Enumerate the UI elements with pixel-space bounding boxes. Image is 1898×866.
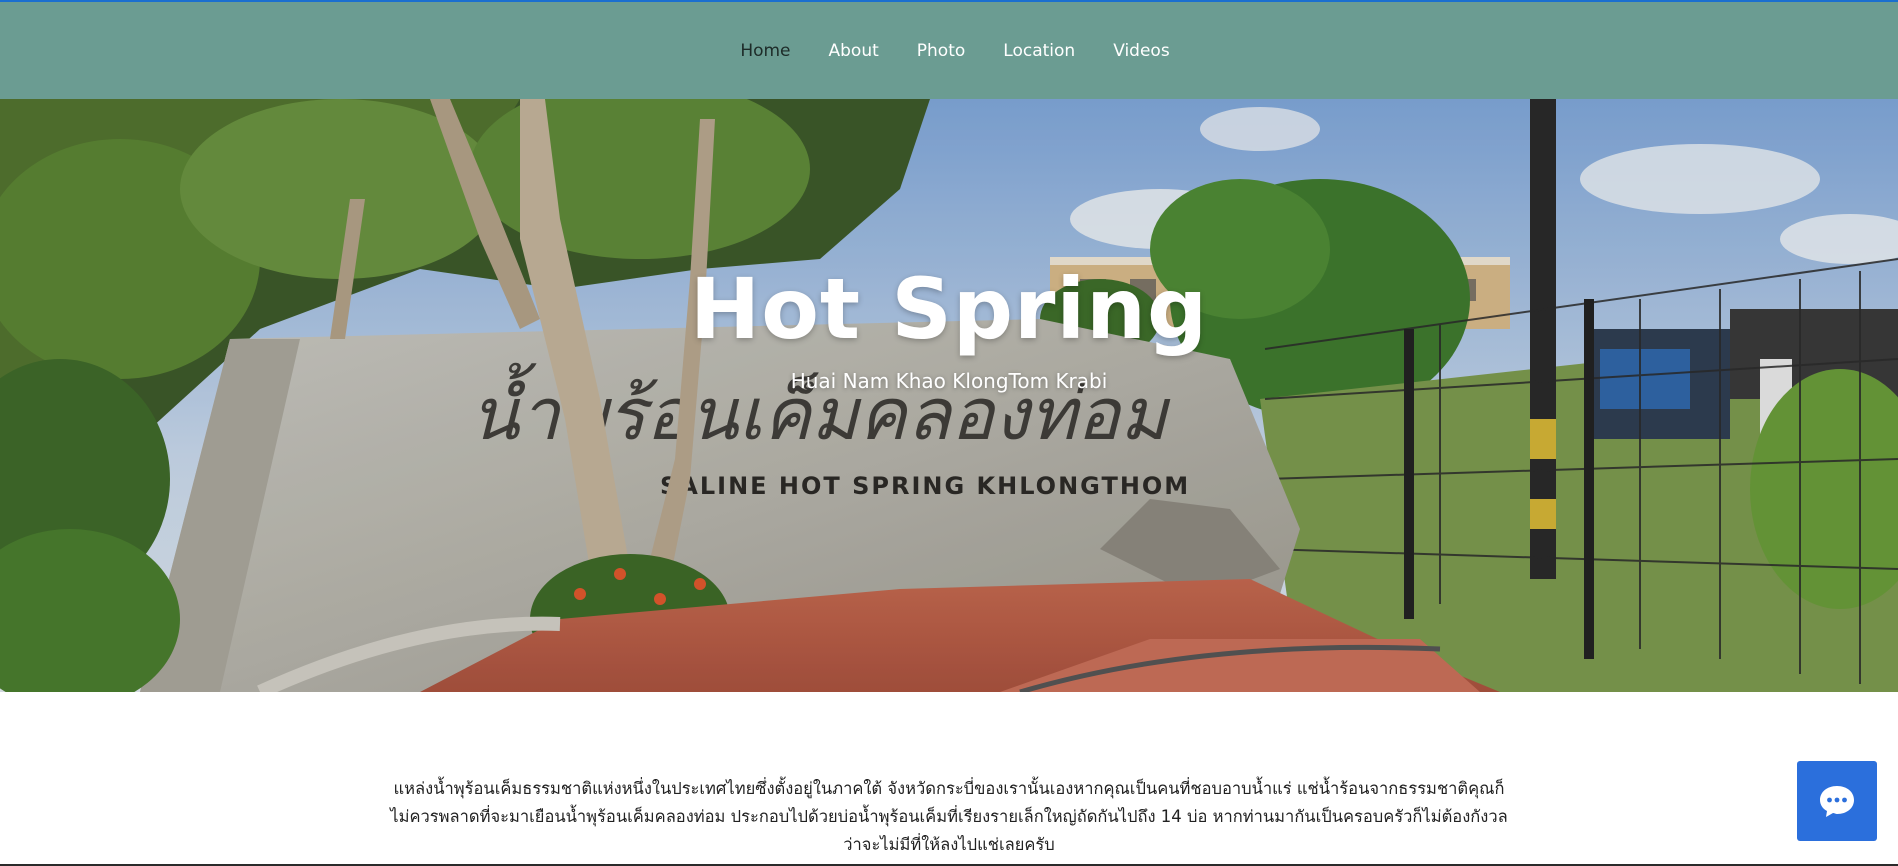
site-header: Home About Photo Location Videos	[0, 2, 1898, 99]
nav-item-photo[interactable]: Photo	[917, 41, 966, 61]
hero-subtitle: Huai Nam Khao KlongTom Krabi	[790, 369, 1108, 393]
hero-banner: น้ำพุร้อนเค็มคลองท่อม SALINE HOT SPRING …	[0, 99, 1898, 692]
hero-image: น้ำพุร้อนเค็มคลองท่อม SALINE HOT SPRING …	[0, 99, 1898, 692]
chat-bubble-icon	[1820, 786, 1854, 817]
nav-item-location[interactable]: Location	[1003, 41, 1075, 61]
page: Home About Photo Location Videos น้ำพุร้…	[0, 0, 1898, 866]
chat-button[interactable]	[1797, 761, 1877, 841]
nav-item-about[interactable]: About	[829, 41, 879, 61]
hero-title: Hot Spring	[689, 260, 1209, 358]
nav-item-home[interactable]: Home	[740, 41, 790, 61]
main-nav: Home About Photo Location Videos	[0, 2, 1898, 99]
intro-paragraph: แหล่งน้ำพุร้อนเค็มธรรมชาติแห่งหนึ่งในประ…	[390, 778, 1508, 854]
nav-item-videos[interactable]: Videos	[1113, 41, 1170, 61]
